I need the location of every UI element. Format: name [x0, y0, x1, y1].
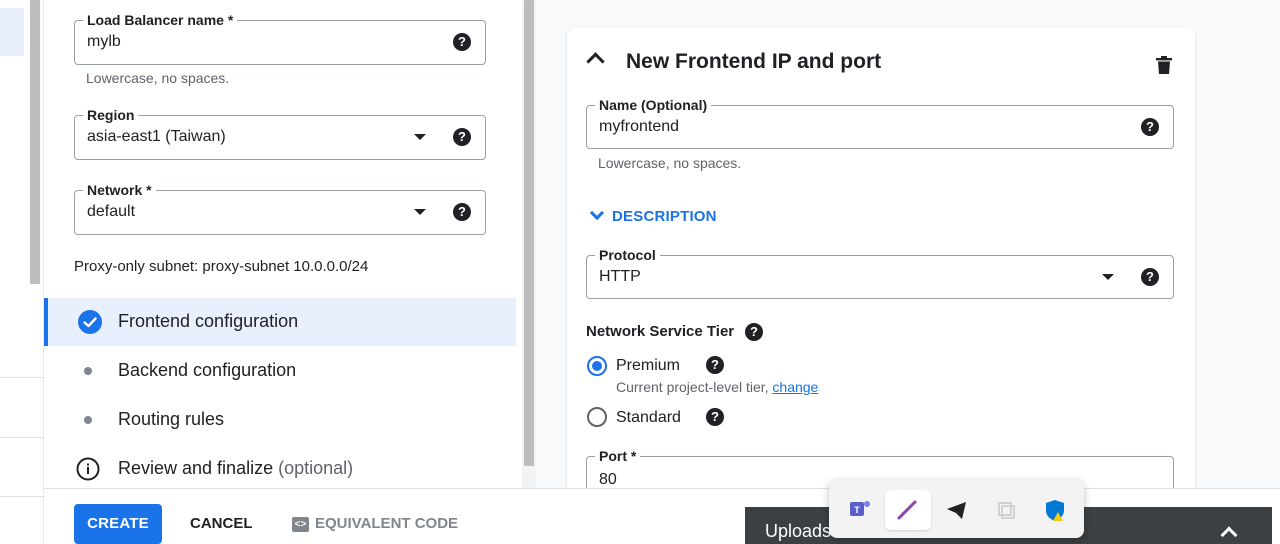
left-nav-divider: [0, 496, 44, 497]
left-nav-selected[interactable]: [0, 8, 24, 56]
change-tier-link[interactable]: change: [772, 379, 818, 395]
protocol-value: HTTP: [599, 268, 641, 285]
help-icon[interactable]: ?: [453, 33, 471, 51]
left-nav-divider: [0, 437, 44, 438]
region-label: Region: [83, 107, 139, 123]
region-select[interactable]: Region asia-east1 (Taiwan) ?: [74, 107, 486, 160]
network-label: Network *: [83, 182, 156, 198]
network-tier-label: Network Service Tier: [586, 323, 735, 340]
protocol-select[interactable]: Protocol HTTP ?: [586, 247, 1174, 299]
help-icon[interactable]: ?: [453, 128, 471, 146]
help-icon[interactable]: ?: [1141, 268, 1159, 286]
left-scrollbar[interactable]: [30, 0, 40, 284]
window-copy-icon[interactable]: [983, 490, 1029, 530]
help-icon[interactable]: ?: [706, 408, 724, 426]
network-select[interactable]: Network * default ?: [74, 182, 486, 235]
code-icon: <>: [292, 517, 309, 532]
chevron-down-icon[interactable]: [1102, 274, 1114, 280]
step-label: Review and finalize (optional): [118, 458, 353, 479]
step-bullet-icon: [84, 367, 92, 375]
frontend-name-field[interactable]: Name (Optional) myfrontend ?: [586, 97, 1174, 149]
frontend-name-value[interactable]: myfrontend: [599, 118, 679, 136]
help-icon[interactable]: ?: [706, 356, 724, 374]
security-shield-icon[interactable]: [1032, 490, 1078, 530]
trash-icon[interactable]: [1156, 56, 1172, 74]
port-label: Port *: [595, 448, 641, 464]
app-root: Load Balancer name * mylb ? Lowercase, n…: [0, 0, 1280, 544]
lb-name-label: Load Balancer name *: [83, 12, 238, 28]
create-button[interactable]: CREATE: [74, 504, 162, 544]
telegram-icon[interactable]: [934, 490, 980, 530]
help-icon[interactable]: ?: [745, 323, 763, 341]
svg-text:T: T: [854, 505, 860, 515]
info-icon: [76, 457, 100, 481]
frontend-name-hint: Lowercase, no spaces.: [598, 155, 742, 171]
left-nav-divider: [0, 377, 44, 378]
chevron-down-icon[interactable]: [414, 134, 426, 140]
chevron-down-icon[interactable]: [414, 209, 426, 215]
form-scrollbar-thumb[interactable]: [524, 0, 534, 466]
network-value: default: [87, 203, 136, 220]
lb-name-value[interactable]: mylb: [87, 33, 121, 51]
step-bullet-icon: [84, 416, 92, 424]
step-label: Routing rules: [118, 409, 225, 429]
step-label-text: Review and finalize: [118, 458, 274, 478]
frontend-name-label: Name (Optional): [595, 97, 712, 113]
teams-icon[interactable]: T: [836, 490, 882, 530]
equivalent-code-label: EQUIVALENT CODE: [315, 515, 459, 532]
region-value: asia-east1 (Taiwan): [87, 128, 226, 145]
step-optional-text: (optional): [278, 458, 354, 478]
proxy-subnet-text: Proxy-only subnet: proxy-subnet 10.0.0.0…: [74, 258, 369, 275]
step-review-finalize[interactable]: Review and finalize (optional): [44, 445, 516, 493]
cancel-button[interactable]: CANCEL: [190, 515, 253, 532]
chevron-up-icon[interactable]: [1220, 526, 1238, 544]
radio-premium[interactable]: [587, 356, 607, 376]
step-label: Frontend configuration: [118, 311, 299, 331]
lb-name-field[interactable]: Load Balancer name * mylb ?: [74, 12, 486, 65]
taskbar-tray: T: [829, 480, 1084, 538]
radio-standard-label[interactable]: Standard: [616, 409, 681, 427]
premium-tier-note: Current project-level tier, change: [616, 379, 818, 395]
check-circle-icon: [78, 310, 102, 334]
protocol-label: Protocol: [595, 247, 660, 263]
radio-premium-label[interactable]: Premium: [616, 357, 680, 375]
premium-tier-note-text: Current project-level tier,: [616, 379, 773, 395]
radio-standard[interactable]: [587, 407, 607, 427]
step-label: Backend configuration: [118, 360, 297, 380]
equivalent-code-button[interactable]: <> EQUIVALENT CODE: [292, 515, 458, 532]
description-toggle[interactable]: DESCRIPTION: [612, 208, 717, 225]
help-icon[interactable]: ?: [1141, 118, 1159, 136]
help-icon[interactable]: ?: [453, 203, 471, 221]
pen-icon[interactable]: [885, 490, 931, 530]
step-backend-configuration[interactable]: Backend configuration: [44, 347, 516, 395]
frontend-card-title: New Frontend IP and port: [626, 50, 882, 73]
step-routing-rules[interactable]: Routing rules: [44, 396, 516, 444]
upload-bar-label: Uploads: [765, 521, 832, 541]
step-frontend-configuration[interactable]: Frontend configuration: [44, 298, 516, 346]
lb-name-hint: Lowercase, no spaces.: [86, 70, 230, 86]
port-value[interactable]: 80: [599, 471, 617, 489]
